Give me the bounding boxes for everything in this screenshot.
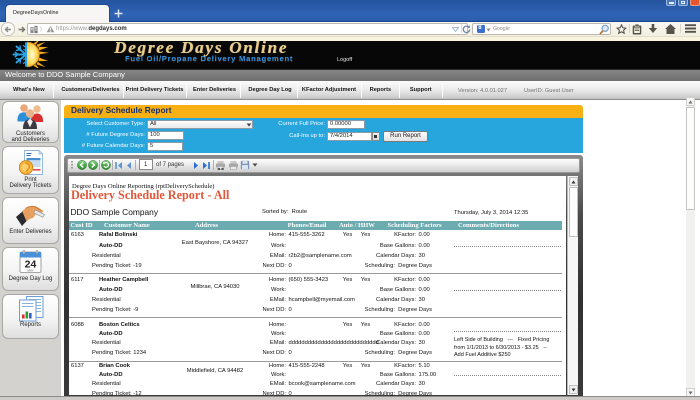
svg-text:MAY: MAY [27,268,33,272]
